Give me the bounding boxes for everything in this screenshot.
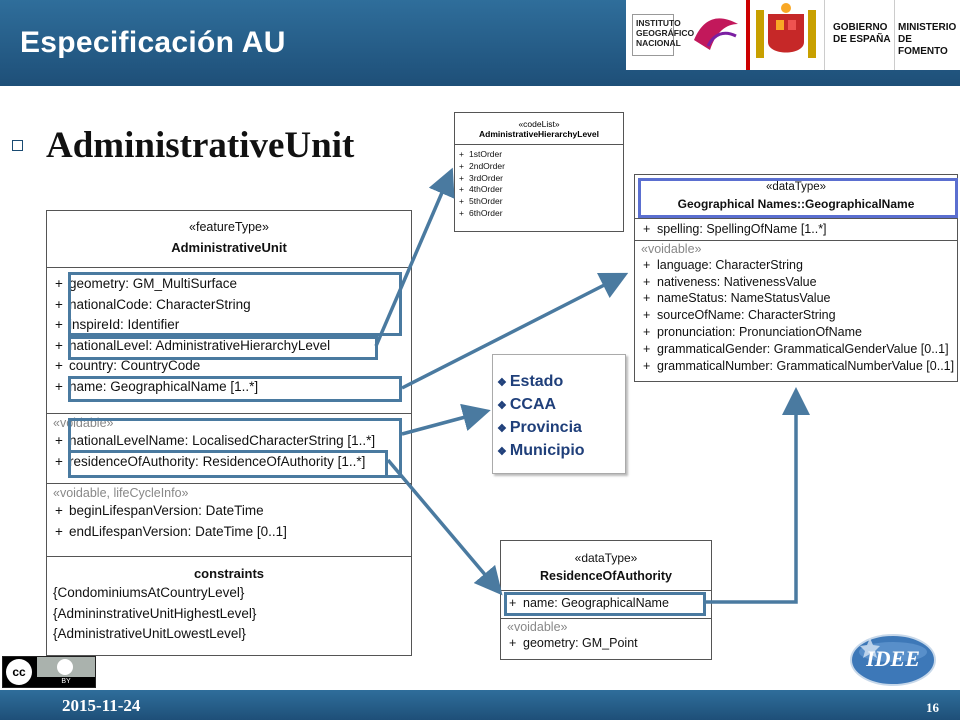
idee-logo: IDEE	[848, 628, 938, 688]
footer-date: 2015-11-24	[62, 696, 141, 715]
arrow-to-residence	[386, 458, 503, 596]
arrow-residence-to-geo-name	[706, 387, 810, 604]
footer-bar	[0, 690, 960, 720]
arrow-to-values	[401, 403, 491, 436]
idee-label: IDEE	[866, 646, 920, 671]
page-number: 16	[926, 700, 939, 715]
cc-by-label: BY	[37, 677, 95, 687]
creative-commons-icon: cc BY	[2, 656, 96, 688]
arrow-to-geo-name	[401, 272, 629, 390]
arrow-to-codelist	[374, 167, 455, 347]
connector-arrows	[374, 167, 810, 604]
